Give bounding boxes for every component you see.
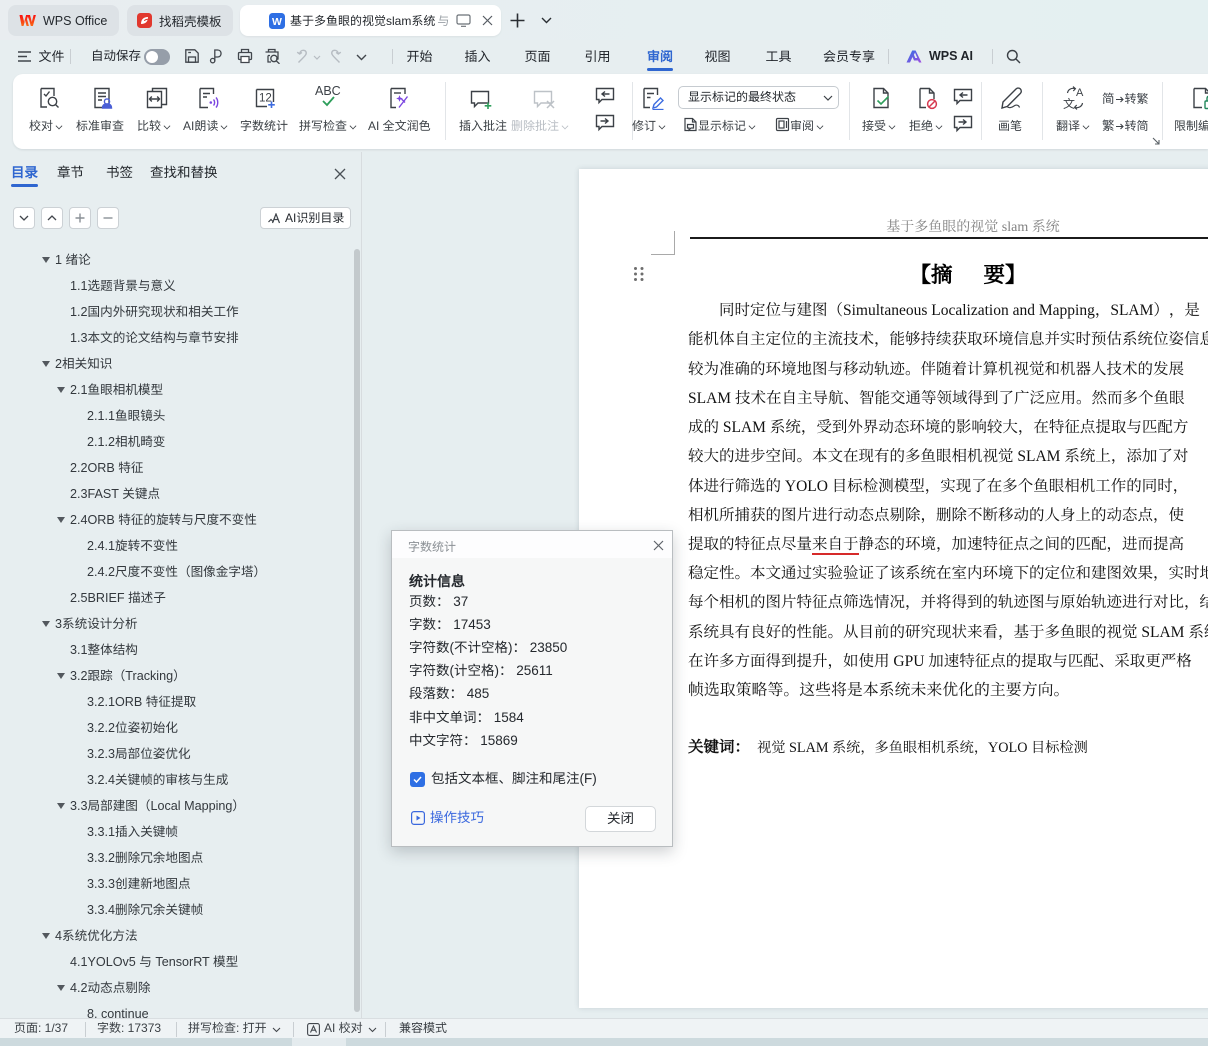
svg-text:W: W	[272, 16, 282, 28]
svg-text:12: 12	[259, 93, 272, 105]
svg-text:ABC: ABC	[315, 84, 341, 98]
svg-text:A: A	[1076, 87, 1084, 99]
svg-text:文: 文	[1063, 95, 1075, 110]
